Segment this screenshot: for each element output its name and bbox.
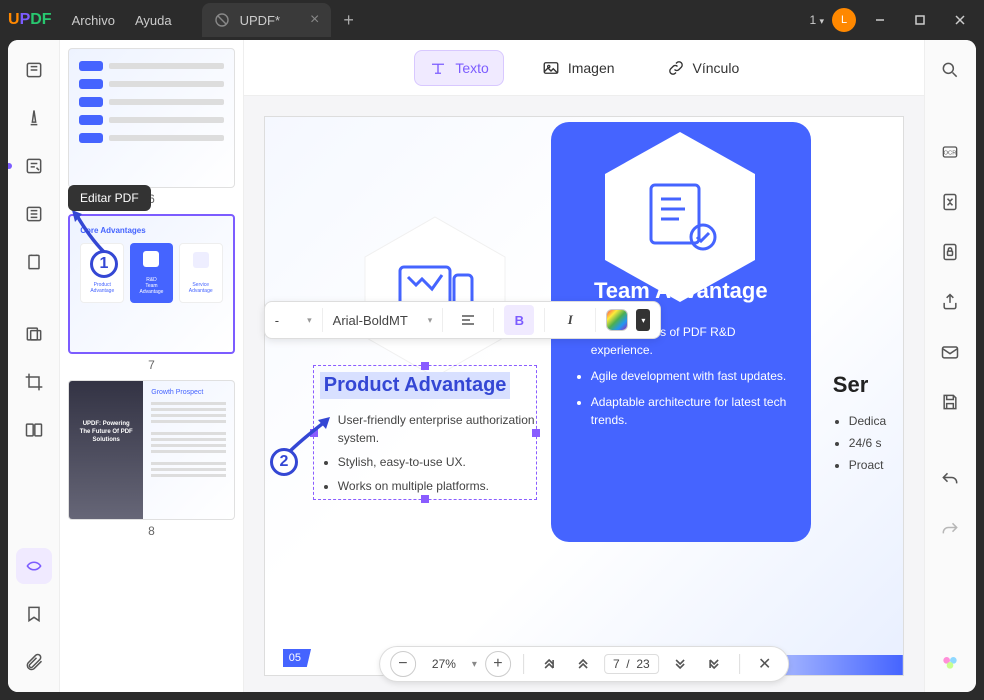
text-color-dropdown[interactable]: ▾ bbox=[636, 309, 650, 331]
tab-close-icon[interactable]: × bbox=[310, 11, 319, 29]
align-button[interactable] bbox=[453, 305, 483, 335]
document-tab[interactable]: UPDF* × bbox=[202, 3, 332, 37]
edit-image-label: Imagen bbox=[568, 60, 615, 76]
window-maximize-button[interactable] bbox=[904, 4, 936, 36]
ai-button[interactable] bbox=[932, 644, 968, 680]
annotation-circle-1: 1 bbox=[90, 250, 118, 278]
prev-page-button[interactable] bbox=[570, 651, 596, 677]
tab-add-button[interactable]: + bbox=[343, 10, 354, 31]
product-advantage-card[interactable]: Product Advantage User-friendly enterpri… bbox=[320, 372, 540, 501]
edit-pdf-tooltip: Editar PDF bbox=[68, 185, 151, 211]
team-hexagon-icon bbox=[595, 122, 765, 312]
save-button[interactable] bbox=[932, 384, 968, 420]
service-list: Dedica 24/6 s Proact bbox=[833, 414, 924, 472]
thumbnail-6[interactable]: 6 bbox=[68, 48, 235, 206]
edit-image-button[interactable]: Imagen bbox=[528, 51, 629, 85]
edit-text-label: Texto bbox=[455, 60, 488, 76]
page-7: R&DTeam Advantage Over 15 years of PDF R… bbox=[264, 116, 904, 676]
bottom-nav-bar: − 27% ▾ + 7 / 23 ✕ bbox=[379, 646, 789, 682]
protect-button[interactable] bbox=[932, 234, 968, 270]
list-item: Dedica bbox=[849, 414, 924, 428]
annotation-circle-2: 2 bbox=[270, 448, 298, 476]
text-format-toolbar: -▾ Arial-BoldMT▾ B I ▾ bbox=[264, 301, 662, 339]
thumb-7-number: 7 bbox=[68, 358, 235, 372]
active-indicator-dot bbox=[8, 163, 12, 169]
list-item: Agile development with fast updates. bbox=[591, 367, 787, 385]
list-item: Proact bbox=[849, 458, 924, 472]
left-toolbar bbox=[8, 40, 60, 692]
font-family-dropdown[interactable]: Arial-BoldMT▾ bbox=[323, 313, 443, 328]
attachment-tool[interactable] bbox=[16, 644, 52, 680]
right-toolbar: OCR bbox=[924, 40, 976, 692]
menu-help[interactable]: Ayuda bbox=[135, 13, 172, 28]
edit-toolbar: Texto Imagen Vínculo bbox=[244, 40, 924, 96]
service-title: Ser bbox=[833, 372, 924, 398]
app-logo: UPDF bbox=[8, 11, 52, 29]
text-color-button[interactable] bbox=[606, 309, 628, 331]
thumbnail-panel[interactable]: 6 Core Advantages Product Advantage R&DT… bbox=[60, 40, 244, 692]
selection-handle[interactable] bbox=[421, 362, 429, 370]
page-indicator[interactable]: 7 / 23 bbox=[604, 654, 659, 674]
svg-text:OCR: OCR bbox=[944, 151, 957, 157]
search-button[interactable] bbox=[932, 52, 968, 88]
last-page-button[interactable] bbox=[701, 651, 727, 677]
list-item: Works on multiple platforms. bbox=[338, 477, 540, 495]
annotate-tool[interactable] bbox=[16, 100, 52, 136]
compress-button[interactable] bbox=[932, 184, 968, 220]
reader-tool[interactable] bbox=[16, 52, 52, 88]
thumb-8-number: 8 bbox=[68, 524, 235, 538]
service-advantage-card: Ser Dedica 24/6 s Proact bbox=[833, 372, 924, 480]
list-item: Adaptable architecture for latest tech t… bbox=[591, 393, 787, 429]
font-size-dropdown[interactable]: -▾ bbox=[265, 313, 322, 328]
thumbnails-tool[interactable] bbox=[16, 548, 52, 584]
edit-link-button[interactable]: Vínculo bbox=[653, 51, 754, 85]
zoom-level: 27% bbox=[424, 657, 464, 671]
bold-button[interactable]: B bbox=[504, 305, 534, 335]
first-page-button[interactable] bbox=[536, 651, 562, 677]
list-item: 24/6 s bbox=[849, 436, 924, 450]
form-tool[interactable] bbox=[16, 196, 52, 232]
zoom-in-button[interactable]: + bbox=[485, 651, 511, 677]
product-advantage-title[interactable]: Product Advantage bbox=[320, 372, 511, 399]
compare-tool[interactable] bbox=[16, 412, 52, 448]
document-area: Texto Imagen Vínculo bbox=[244, 40, 924, 692]
organize-tool[interactable] bbox=[16, 244, 52, 280]
zoom-dropdown[interactable]: ▾ bbox=[472, 659, 477, 670]
undo-button[interactable] bbox=[932, 462, 968, 498]
app-body: Editar PDF 1 2 6 Core Advantages bbox=[8, 40, 976, 692]
ocr-button[interactable]: OCR bbox=[932, 134, 968, 170]
titlebar: UPDF Archivo Ayuda UPDF* × + 1 ▾ L bbox=[0, 0, 984, 40]
edit-text-button[interactable]: Texto bbox=[414, 50, 503, 86]
product-hexagon-icon bbox=[355, 207, 515, 387]
list-item: User-friendly enterprise authorization s… bbox=[338, 411, 540, 447]
share-button[interactable] bbox=[932, 284, 968, 320]
thumbnail-8[interactable]: UPDF: Powering The Future Of PDF Solutio… bbox=[68, 380, 235, 538]
page-number-badge: 05 bbox=[283, 649, 311, 667]
crop-tool[interactable] bbox=[16, 364, 52, 400]
edit-link-label: Vínculo bbox=[693, 60, 740, 76]
user-avatar[interactable]: L bbox=[832, 8, 856, 32]
document-canvas[interactable]: R&DTeam Advantage Over 15 years of PDF R… bbox=[244, 96, 924, 692]
tab-doc-icon bbox=[214, 12, 230, 28]
product-advantage-list: User-friendly enterprise authorization s… bbox=[320, 411, 540, 495]
italic-button[interactable]: I bbox=[555, 305, 585, 335]
menu-file[interactable]: Archivo bbox=[72, 13, 115, 28]
close-nav-button[interactable]: ✕ bbox=[752, 651, 778, 677]
zoom-out-button[interactable]: − bbox=[390, 651, 416, 677]
next-page-button[interactable] bbox=[667, 651, 693, 677]
version-badge[interactable]: 1 ▾ bbox=[809, 13, 824, 27]
email-button[interactable] bbox=[932, 334, 968, 370]
list-item: Stylish, easy-to-use UX. bbox=[338, 453, 540, 471]
edit-pdf-tool[interactable] bbox=[16, 148, 52, 184]
window-minimize-button[interactable] bbox=[864, 4, 896, 36]
redo-button[interactable] bbox=[932, 512, 968, 548]
tab-title: UPDF* bbox=[240, 13, 280, 28]
bookmark-tool[interactable] bbox=[16, 596, 52, 632]
thumb-8-title: Growth Prospect bbox=[151, 389, 226, 396]
window-close-button[interactable] bbox=[944, 4, 976, 36]
redact-tool[interactable] bbox=[16, 316, 52, 352]
